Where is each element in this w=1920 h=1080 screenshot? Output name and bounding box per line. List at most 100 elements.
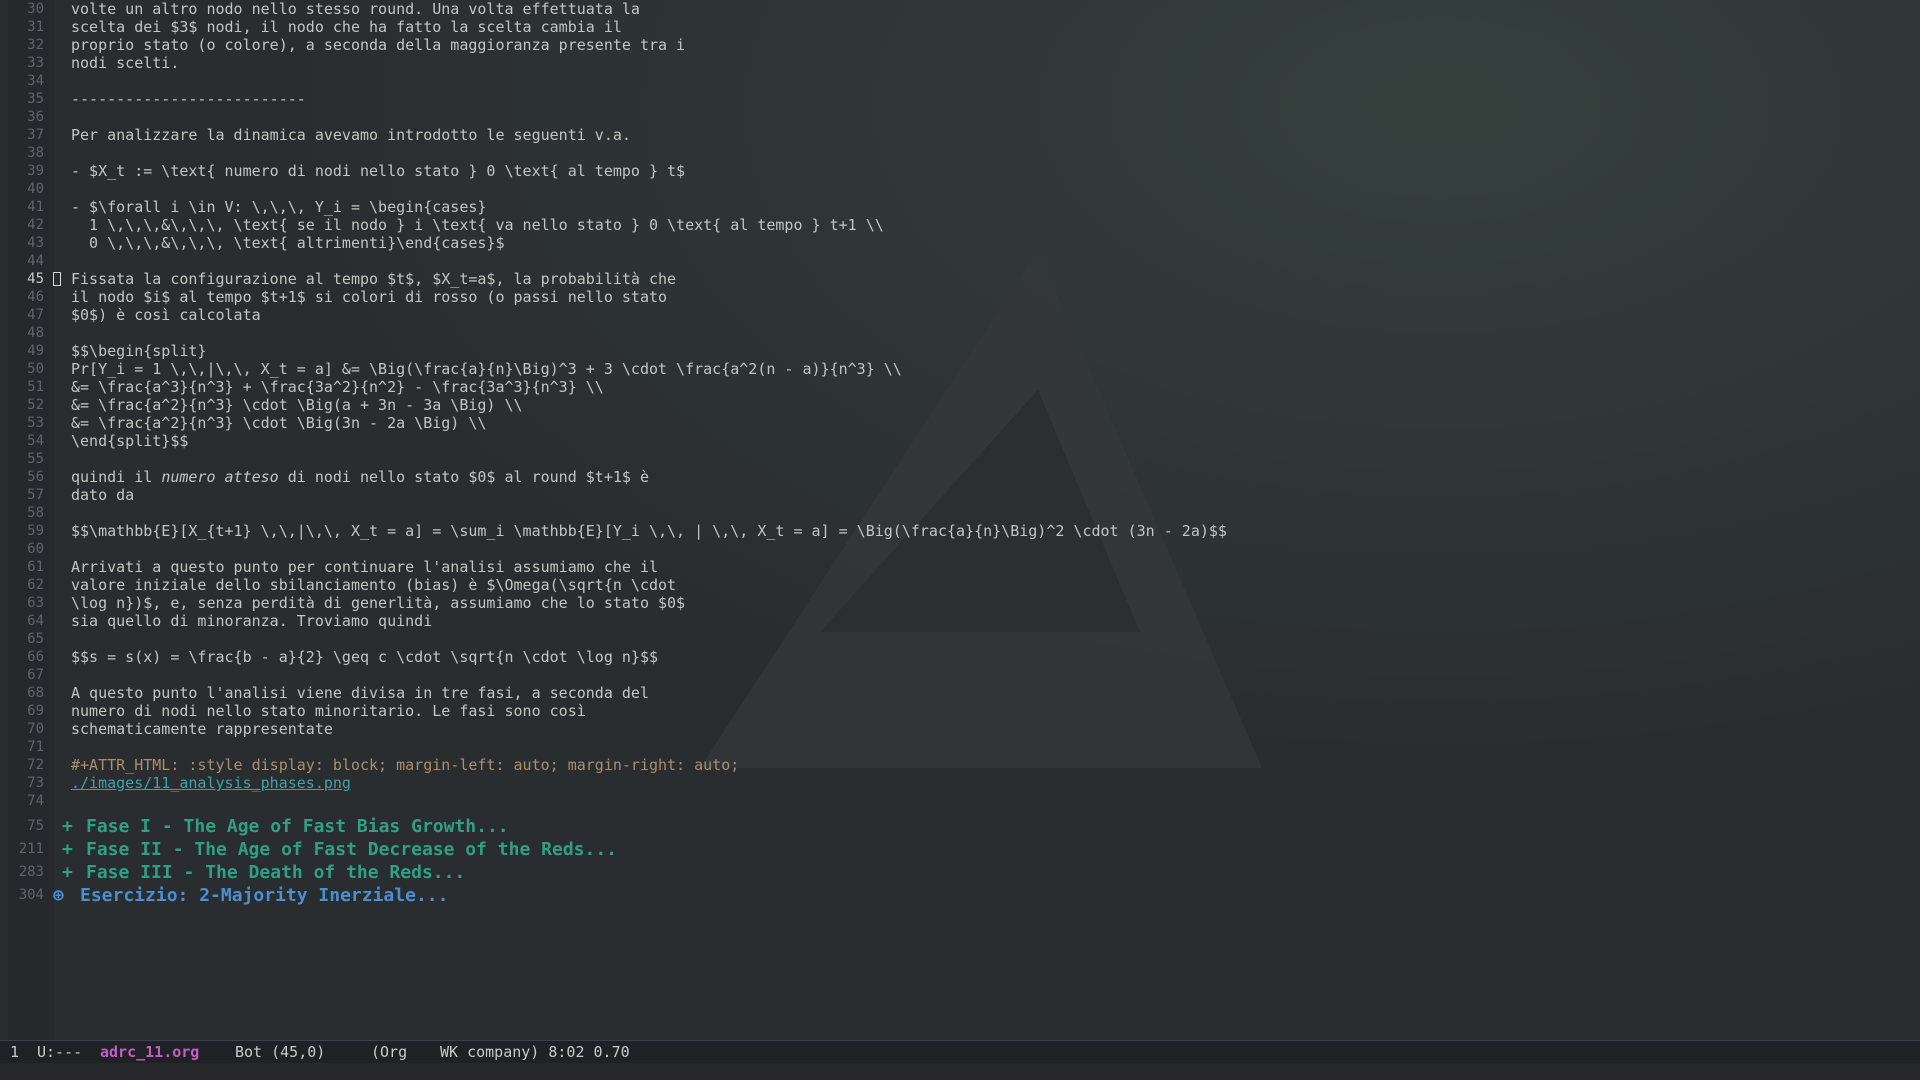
- buffer-line[interactable]: 53 &= \frac{a^2}{n^3} \cdot \Big(3n - 2a …: [0, 414, 1920, 432]
- line-text: scelta dei $3$ nodi, il nodo che ha fatt…: [71, 18, 622, 36]
- buffer-line[interactable]: 47 $0$) è così calcolata: [0, 306, 1920, 324]
- plus-icon[interactable]: +: [62, 861, 73, 884]
- line-number: 36: [27, 109, 44, 125]
- line-text-part: quindi il: [71, 468, 162, 486]
- buffer-line[interactable]: 63 \log n})$, e, senza perdità di generli…: [0, 594, 1920, 612]
- line-number: 47: [27, 307, 44, 323]
- line-text: dato da: [71, 486, 135, 504]
- buffer-line[interactable]: 49 $$\begin{split}: [0, 342, 1920, 360]
- line-text: $$\mathbb{E}[X_{t+1} \,\,|\,\, X_t = a] …: [71, 522, 1227, 540]
- line-number: 70: [27, 721, 44, 737]
- heading-title[interactable]: Fase I - The Age of Fast Bias Growth...: [86, 815, 509, 838]
- org-heading-folded[interactable]: 283 + Fase III - The Death of the Reds...: [0, 861, 1920, 884]
- buffer-line[interactable]: 31 scelta dei $3$ nodi, il nodo che ha fa…: [0, 18, 1920, 36]
- buffer-line[interactable]: 39 - $X_t := \text{ numero di nodi nello …: [0, 162, 1920, 180]
- buffer-line[interactable]: 52 &= \frac{a^2}{n^3} \cdot \Big(a + 3n -…: [0, 396, 1920, 414]
- heading-title[interactable]: Esercizio: 2-Majority Inerziale...: [80, 884, 448, 907]
- buffer-line[interactable]: 70 schematicamente rappresentate: [0, 720, 1920, 738]
- buffer-line[interactable]: 71: [0, 738, 1920, 756]
- buffer-line[interactable]: 44: [0, 252, 1920, 270]
- buffer-name[interactable]: adrc_11.org: [100, 1041, 199, 1063]
- window-number: 1: [10, 1043, 20, 1061]
- buffer-line[interactable]: 61 Arrivati a questo punto per continuare…: [0, 558, 1920, 576]
- buffer-line[interactable]: 67: [0, 666, 1920, 684]
- heading-title[interactable]: Fase III - The Death of the Reds...: [86, 861, 465, 884]
- line-text: valore iniziale dello sbilanciamento (bi…: [71, 576, 677, 594]
- line-number: 49: [27, 343, 44, 359]
- buffer-line[interactable]: 73 ./images/11_analysis_phases.png: [0, 774, 1920, 792]
- buffer-line[interactable]: 69 numero di nodi nello stato minoritario…: [0, 702, 1920, 720]
- line-number: 304: [18, 887, 44, 903]
- line-number: 58: [27, 505, 44, 521]
- line-number: 55: [27, 451, 44, 467]
- buffer-line[interactable]: 74: [0, 792, 1920, 810]
- line-text: - $\forall i \in V: \,\,\, Y_i = \begin{…: [71, 198, 487, 216]
- buffer-line[interactable]: 40: [0, 180, 1920, 198]
- line-text: \end{split}$$: [71, 432, 189, 450]
- buffer-line[interactable]: 57 dato da: [0, 486, 1920, 504]
- line-number: 61: [27, 559, 44, 575]
- line-number: 54: [27, 433, 44, 449]
- line-number: 44: [27, 253, 44, 269]
- buffer-line[interactable]: 34: [0, 72, 1920, 90]
- buffer-line[interactable]: 68 A questo punto l'analisi viene divisa …: [0, 684, 1920, 702]
- buffer-line[interactable]: 33 nodi scelti.: [0, 54, 1920, 72]
- buffer-line[interactable]: 58: [0, 504, 1920, 522]
- buffer-line[interactable]: 41 - $\forall i \in V: \,\,\, Y_i = \begi…: [0, 198, 1920, 216]
- buffer-line[interactable]: 65: [0, 630, 1920, 648]
- buffer-line[interactable]: 46 il nodo $i$ al tempo $t+1$ si colori d…: [0, 288, 1920, 306]
- minor-modes-and-status[interactable]: WK company) 8:02 0.70: [440, 1041, 630, 1063]
- buffer-line[interactable]: 54 \end{split}$$: [0, 432, 1920, 450]
- buffer-line[interactable]: 62 valore iniziale dello sbilanciamento (…: [0, 576, 1920, 594]
- line-number: 43: [27, 235, 44, 251]
- buffer-line[interactable]: 66 $$s = s(x) = \frac{b - a}{2} \geq c \c…: [0, 648, 1920, 666]
- line-text: Arrivati a questo punto per continuare l…: [71, 558, 658, 576]
- buffer-line[interactable]: 50 Pr[Y_i = 1 \,\,|\,\, X_t = a] &= \Big(…: [0, 360, 1920, 378]
- plus-icon[interactable]: +: [62, 838, 73, 861]
- buffer-line[interactable]: 30 volte un altro nodo nello stesso round…: [0, 0, 1920, 18]
- buffer-line[interactable]: 43 0 \,\,\,&\,\,\, \text{ altrimenti}\en…: [0, 234, 1920, 252]
- line-text: 0 \,\,\,&\,\,\, \text{ altrimenti}\end{c…: [71, 234, 505, 252]
- buffer-line[interactable]: 48: [0, 324, 1920, 342]
- heading-title[interactable]: Fase II - The Age of Fast Decrease of th…: [86, 838, 617, 861]
- org-attribute-line: #+ATTR_HTML: :style display: block; marg…: [71, 756, 740, 774]
- line-number: 63: [27, 595, 44, 611]
- buffer-line[interactable]: 37 Per analizzare la dinamica avevamo int…: [0, 126, 1920, 144]
- line-text: schematicamente rappresentate: [71, 720, 333, 738]
- buffer-line[interactable]: 64 sia quello di minoranza. Troviamo quin…: [0, 612, 1920, 630]
- line-number: 66: [27, 649, 44, 665]
- org-heading-folded[interactable]: 211 + Fase II - The Age of Fast Decrease o…: [0, 838, 1920, 861]
- line-text: quindi il numero atteso di nodi nello st…: [71, 468, 649, 486]
- line-text: A questo punto l'analisi viene divisa in…: [71, 684, 649, 702]
- buffer-line[interactable]: 56 quindi il numero atteso di nodi nello …: [0, 468, 1920, 486]
- buffer-line[interactable]: 59 $$\mathbb{E}[X_{t+1} \,\,|\,\, X_t = a…: [0, 522, 1920, 540]
- buffer-line[interactable]: 55: [0, 450, 1920, 468]
- buffer-line[interactable]: 42 1 \,\,\,&\,\,\, \text{ se il nodo } i…: [0, 216, 1920, 234]
- org-heading-folded[interactable]: 304 ⊕ Esercizio: 2-Majority Inerziale...: [0, 884, 1920, 907]
- org-heading-folded[interactable]: 75 + Fase I - The Age of Fast Bias Growth.…: [0, 815, 1920, 838]
- major-mode[interactable]: (Org: [371, 1041, 407, 1063]
- line-number: 69: [27, 703, 44, 719]
- line-text: Pr[Y_i = 1 \,\,|\,\, X_t = a] &= \Big(\f…: [71, 360, 902, 378]
- circle-plus-icon[interactable]: ⊕: [53, 884, 64, 907]
- line-text: volte un altro nodo nello stesso round. …: [71, 0, 640, 18]
- line-text: --------------------------: [71, 90, 306, 108]
- image-link[interactable]: ./images/11_analysis_phases.png: [71, 774, 351, 792]
- line-number: 31: [27, 19, 44, 35]
- buffer-line[interactable]: 35 --------------------------: [0, 90, 1920, 108]
- echo-area[interactable]: [0, 1063, 1920, 1080]
- buffer-line[interactable]: 45 Fissata la configurazione al tempo $t$…: [0, 270, 1920, 288]
- line-number: 73: [27, 775, 44, 791]
- line-number: 38: [27, 145, 44, 161]
- line-number: 71: [27, 739, 44, 755]
- buffer-line[interactable]: 72 #+ATTR_HTML: :style display: block; ma…: [0, 756, 1920, 774]
- buffer-line[interactable]: 60: [0, 540, 1920, 558]
- plus-icon[interactable]: +: [62, 815, 73, 838]
- buffer-line[interactable]: 51 &= \frac{a^3}{n^3} + \frac{3a^2}{n^2} …: [0, 378, 1920, 396]
- buffer-state: U:---: [37, 1043, 83, 1061]
- buffer-line[interactable]: 36: [0, 108, 1920, 126]
- line-number: 64: [27, 613, 44, 629]
- editor-buffer[interactable]: 30 volte un altro nodo nello stesso round…: [0, 0, 1920, 1040]
- buffer-line[interactable]: 32 proprio stato (o colore), a seconda de…: [0, 36, 1920, 54]
- buffer-line[interactable]: 38: [0, 144, 1920, 162]
